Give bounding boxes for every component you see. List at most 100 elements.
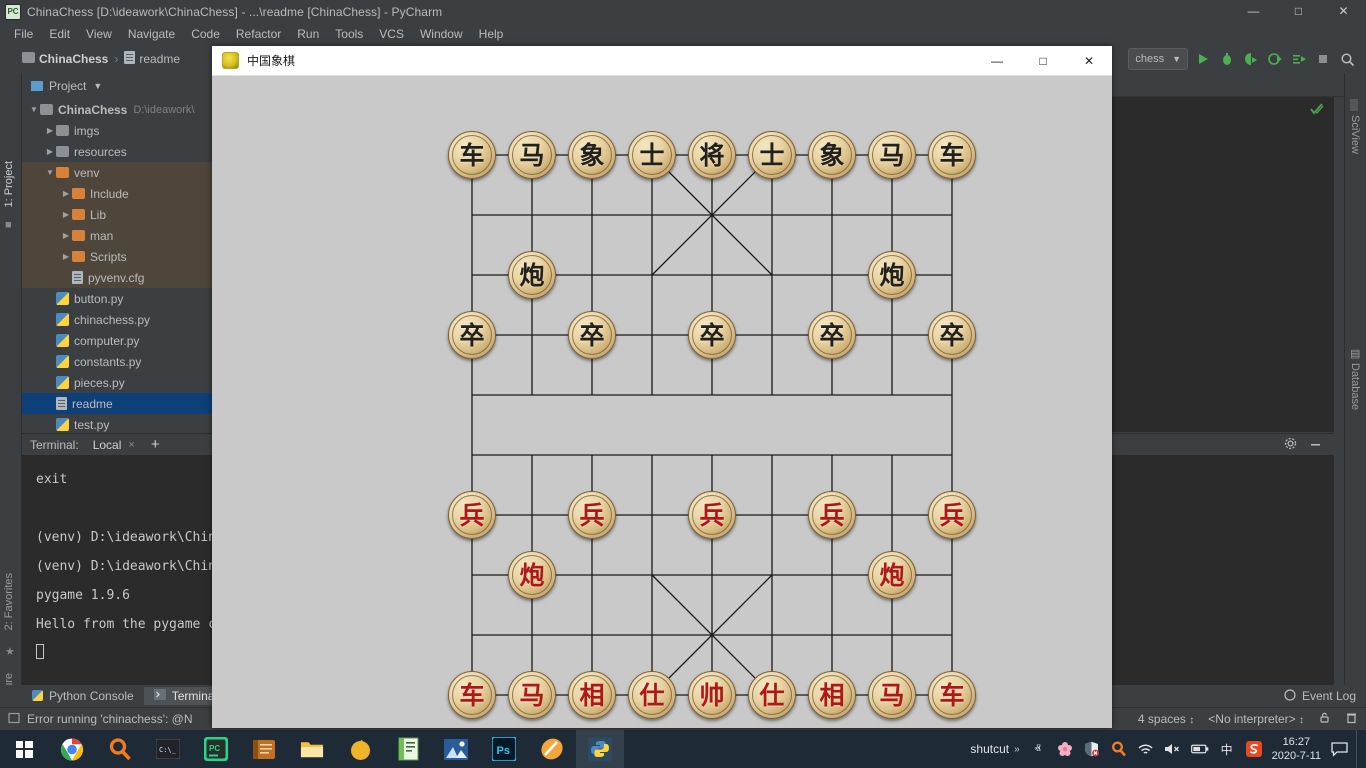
tree-item-pieces-py[interactable]: pieces.py <box>22 372 212 393</box>
debug-icon[interactable] <box>1216 48 1238 70</box>
menu-item-refactor[interactable]: Refactor <box>228 25 289 43</box>
ide-maximize-button[interactable]: □ <box>1276 0 1321 23</box>
chevron-right-icon[interactable]: ▶ <box>44 147 56 156</box>
security-shield-icon[interactable] <box>1083 740 1101 758</box>
tree-item-test-py[interactable]: test.py <box>22 414 212 435</box>
menu-item-window[interactable]: Window <box>412 25 471 43</box>
chess-piece[interactable]: 卒 <box>568 311 616 359</box>
chess-piece[interactable]: 卒 <box>448 311 496 359</box>
taskbar-photoshop-icon[interactable]: Ps <box>480 730 528 768</box>
chevron-right-icon[interactable]: ▶ <box>60 210 72 219</box>
chess-board[interactable]: 车马象士将士象马车炮炮卒卒卒卒卒兵兵兵兵兵炮炮车马相仕帅仕相马车 <box>212 76 1112 728</box>
chess-minimize-button[interactable]: — <box>974 46 1020 76</box>
trash-icon[interactable] <box>1345 711 1358 727</box>
taskbar-notes-icon[interactable] <box>240 730 288 768</box>
profile-icon[interactable] <box>1264 48 1286 70</box>
chess-piece[interactable]: 仕 <box>748 671 796 719</box>
menu-item-run[interactable]: Run <box>289 25 327 43</box>
chess-piece[interactable]: 车 <box>448 671 496 719</box>
ide-close-button[interactable]: ✕ <box>1321 0 1366 23</box>
ime-chinese-icon[interactable]: 中 <box>1218 740 1236 758</box>
left-tab-1--project[interactable]: 1: Project <box>3 161 15 207</box>
taskbar-paint-icon[interactable] <box>528 730 576 768</box>
chess-piece[interactable]: 相 <box>568 671 616 719</box>
menu-item-help[interactable]: Help <box>471 25 512 43</box>
overflow-icon[interactable]: » <box>1014 744 1020 755</box>
chess-piece[interactable]: 兵 <box>448 491 496 539</box>
taskbar-command-prompt-icon[interactable]: C:\_ <box>144 730 192 768</box>
chess-piece[interactable]: 炮 <box>508 251 556 299</box>
tree-item-constants-py[interactable]: constants.py <box>22 351 212 372</box>
gear-icon[interactable] <box>1284 437 1297 453</box>
tree-item-chinachess[interactable]: ▼ ChinaChess D:\ideawork\ <box>22 99 212 120</box>
menu-item-edit[interactable]: Edit <box>41 25 78 43</box>
chess-piece[interactable]: 相 <box>808 671 856 719</box>
menu-item-vcs[interactable]: VCS <box>371 25 412 43</box>
chess-piece[interactable]: 士 <box>748 131 796 179</box>
chess-piece[interactable]: 象 <box>568 131 616 179</box>
chess-piece[interactable]: 炮 <box>868 251 916 299</box>
chess-piece[interactable]: 象 <box>808 131 856 179</box>
clock[interactable]: 16:27 2020-7-11 <box>1272 735 1321 763</box>
chess-piece[interactable]: 兵 <box>688 491 736 539</box>
menu-item-file[interactable]: File <box>6 25 41 43</box>
chess-piece[interactable]: 将 <box>688 131 736 179</box>
chevron-right-icon[interactable]: ▶ <box>60 231 72 240</box>
chess-piece[interactable]: 仕 <box>628 671 676 719</box>
flower-icon[interactable] <box>1056 740 1074 758</box>
right-tab-database[interactable]: Database <box>1349 363 1361 410</box>
wifi-icon[interactable] <box>1137 740 1155 758</box>
run-with-console-icon[interactable] <box>1288 48 1310 70</box>
chess-piece[interactable]: 马 <box>868 671 916 719</box>
taskbar-search-icon[interactable] <box>96 730 144 768</box>
tree-item-man[interactable]: ▶ man <box>22 225 212 246</box>
lock-icon[interactable] <box>1318 711 1331 727</box>
taskbar-file-explorer-icon[interactable] <box>288 730 336 768</box>
chess-piece[interactable]: 卒 <box>688 311 736 359</box>
chess-piece[interactable]: 马 <box>508 131 556 179</box>
inspection-ok-icon[interactable] <box>1310 103 1324 118</box>
tree-item-scripts[interactable]: ▶ Scripts <box>22 246 212 267</box>
run-configuration-selector[interactable]: chess ▼ <box>1128 48 1188 70</box>
tree-item-lib[interactable]: ▶ Lib <box>22 204 212 225</box>
taskbar-chrome-icon[interactable] <box>48 730 96 768</box>
chess-piece[interactable]: 马 <box>868 131 916 179</box>
tree-item-resources[interactable]: ▶ resources <box>22 141 212 162</box>
tree-item-venv[interactable]: ▼ venv <box>22 162 212 183</box>
tree-item-imgs[interactable]: ▶ imgs <box>22 120 212 141</box>
breadcrumb-project[interactable]: ChinaChess <box>22 52 108 66</box>
bottom-tool-python-console[interactable]: Python Console <box>22 687 144 705</box>
battery-icon[interactable] <box>1190 740 1209 758</box>
chess-piece[interactable]: 帅 <box>688 671 736 719</box>
notification-icon[interactable] <box>1330 740 1348 758</box>
event-log-button[interactable]: Event Log <box>1284 688 1366 704</box>
chess-close-button[interactable]: ✕ <box>1066 46 1112 76</box>
chess-piece[interactable]: 炮 <box>508 551 556 599</box>
interpreter-setting[interactable]: <No interpreter> ↕ <box>1208 712 1304 726</box>
taskbar-pycharm-icon[interactable]: PC <box>192 730 240 768</box>
tree-item-computer-py[interactable]: computer.py <box>22 330 212 351</box>
tree-item-readme[interactable]: readme <box>22 393 212 414</box>
search-orange-icon[interactable] <box>1110 740 1128 758</box>
terminal-tab-local[interactable]: Local × <box>93 438 135 452</box>
chevron-down-icon[interactable]: ▼ <box>44 168 56 177</box>
chess-piece[interactable]: 马 <box>508 671 556 719</box>
terminal-add-button[interactable]: + <box>151 436 160 453</box>
chevron-down-icon[interactable]: ▼ <box>28 105 40 114</box>
chess-maximize-button[interactable]: □ <box>1020 46 1066 76</box>
minimize-icon[interactable] <box>1309 437 1322 453</box>
menu-item-navigate[interactable]: Navigate <box>120 25 183 43</box>
chess-piece[interactable]: 车 <box>928 131 976 179</box>
menu-item-code[interactable]: Code <box>183 25 228 43</box>
chevron-right-icon[interactable]: ▶ <box>60 189 72 198</box>
chess-piece[interactable]: 车 <box>448 131 496 179</box>
tree-item-pyvenv-cfg[interactable]: pyvenv.cfg <box>22 267 212 288</box>
tree-item-include[interactable]: ▶ Include <box>22 183 212 204</box>
show-desktop-button[interactable] <box>1356 730 1366 768</box>
volume-muted-icon[interactable] <box>1164 740 1182 758</box>
chevron-right-icon[interactable]: ▶ <box>60 252 72 261</box>
start-button[interactable] <box>0 730 48 768</box>
taskbar-photos-icon[interactable] <box>432 730 480 768</box>
menu-item-tools[interactable]: Tools <box>327 25 371 43</box>
chess-piece[interactable]: 士 <box>628 131 676 179</box>
